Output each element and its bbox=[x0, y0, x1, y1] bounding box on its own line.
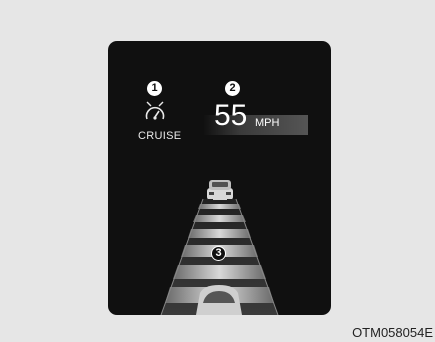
following-distance-bars-icon bbox=[160, 198, 279, 315]
callout-1: 1 bbox=[147, 81, 162, 96]
speed-unit: MPH bbox=[255, 117, 280, 129]
callout-3: 3 bbox=[211, 246, 226, 261]
cruise-label: CRUISE bbox=[138, 130, 182, 142]
figure-caption: OTM058054E bbox=[352, 325, 433, 340]
callout-2: 2 bbox=[225, 81, 240, 96]
cluster-display: 1 2 3 CRUISE 55 MPH bbox=[108, 41, 331, 315]
set-speed-value: 55 bbox=[214, 99, 248, 132]
